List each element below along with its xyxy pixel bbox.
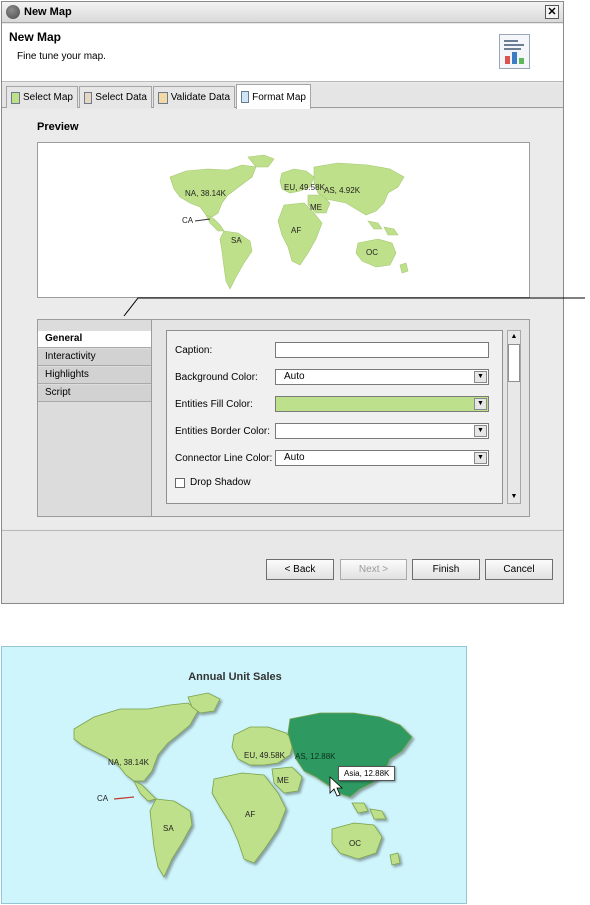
cancel-button[interactable]: Cancel bbox=[485, 559, 553, 580]
background-color-label: Background Color: bbox=[175, 372, 258, 383]
chevron-down-icon[interactable]: ▼ bbox=[474, 425, 487, 437]
entities-border-color-label: Entities Border Color: bbox=[175, 426, 271, 437]
close-button[interactable]: ✕ bbox=[545, 5, 559, 19]
new-map-wizard: New Map ✕ New Map Fine tune your map. Se… bbox=[1, 1, 564, 604]
nav-interactivity[interactable]: Interactivity bbox=[38, 349, 151, 366]
entities-fill-color-label: Entities Fill Color: bbox=[175, 399, 253, 410]
scroll-down-icon[interactable]: ▼ bbox=[509, 492, 519, 502]
ca-connector-line bbox=[194, 218, 211, 222]
footer-divider bbox=[2, 530, 563, 531]
background-color-select[interactable]: Auto ▼ bbox=[275, 369, 489, 385]
back-button[interactable]: < Back bbox=[266, 559, 334, 580]
header-title: New Map bbox=[9, 30, 62, 44]
properties-panel: General Interactivity Highlights Script … bbox=[37, 319, 530, 517]
hover-tooltip: Asia, 12.88K bbox=[338, 766, 396, 781]
properties-nav: General Interactivity Highlights Script bbox=[38, 320, 152, 516]
tab-label: Select Data bbox=[95, 92, 147, 103]
drop-shadow-checkbox[interactable] bbox=[175, 477, 185, 488]
caption-field[interactable] bbox=[275, 342, 489, 358]
data-select-icon bbox=[84, 91, 93, 104]
tab-label: Validate Data bbox=[170, 92, 230, 103]
drop-shadow-row: Drop Shadow bbox=[175, 477, 251, 488]
nav-script[interactable]: Script bbox=[38, 385, 151, 402]
format-map-icon bbox=[241, 91, 250, 103]
wizard-tabs: Select Map Select Data Validate Data For… bbox=[2, 84, 563, 109]
annual-unit-sales-map: Annual Unit Sales NA, 38.14K EU, 49.58K … bbox=[1, 646, 467, 904]
final-label-sa: SA bbox=[163, 824, 174, 833]
entities-border-color-select[interactable]: ▼ bbox=[275, 423, 489, 439]
properties-scrollbar[interactable]: ▲ ▼ bbox=[507, 330, 521, 504]
scroll-up-icon[interactable]: ▲ bbox=[509, 332, 519, 342]
connector-line-color-select[interactable]: Auto ▼ bbox=[275, 450, 489, 466]
final-label-oc: OC bbox=[349, 839, 361, 848]
app-icon bbox=[6, 5, 20, 19]
general-properties: Caption: Background Color: Auto ▼ Entiti… bbox=[166, 330, 503, 504]
chevron-down-icon[interactable]: ▼ bbox=[474, 398, 487, 410]
format-map-panel: Preview NA, 38.14K EU, 49.58K AS, 4.92K … bbox=[2, 109, 563, 529]
entities-fill-color-select[interactable]: ▼ bbox=[275, 396, 489, 412]
tab-validate-data[interactable]: Validate Data bbox=[153, 86, 235, 108]
validate-icon bbox=[158, 91, 168, 104]
chevron-down-icon[interactable]: ▼ bbox=[474, 371, 487, 383]
final-label-na: NA, 38.14K bbox=[108, 758, 149, 767]
final-label-eu: EU, 49.58K bbox=[244, 751, 285, 760]
nav-highlights[interactable]: Highlights bbox=[38, 367, 151, 384]
next-button[interactable]: Next > bbox=[340, 559, 407, 580]
scroll-thumb[interactable] bbox=[508, 344, 520, 382]
report-chart-icon bbox=[499, 34, 530, 69]
nav-general[interactable]: General bbox=[38, 331, 151, 348]
final-label-me: ME bbox=[277, 776, 289, 785]
tab-select-data[interactable]: Select Data bbox=[79, 86, 152, 108]
caption-label: Caption: bbox=[175, 345, 213, 356]
connector-line-color-value: Auto bbox=[284, 452, 305, 463]
tab-label: Select Map bbox=[22, 92, 73, 103]
tab-format-map[interactable]: Format Map bbox=[236, 84, 311, 109]
header-subtitle: Fine tune your map. bbox=[17, 51, 106, 62]
tab-select-map[interactable]: Select Map bbox=[6, 86, 78, 108]
window-title: New Map bbox=[24, 6, 72, 18]
chevron-down-icon[interactable]: ▼ bbox=[474, 452, 487, 464]
map-select-icon bbox=[11, 91, 20, 104]
tab-label: Format Map bbox=[252, 91, 306, 103]
final-world-map bbox=[73, 692, 413, 878]
finish-button[interactable]: Finish bbox=[412, 559, 480, 580]
title-bar: New Map ✕ bbox=[2, 2, 563, 23]
final-label-af: AF bbox=[245, 810, 256, 819]
drop-shadow-label: Drop Shadow bbox=[190, 477, 251, 488]
final-label-as: AS, 12.88K bbox=[295, 752, 336, 761]
background-color-value: Auto bbox=[284, 371, 305, 382]
preview-heading: Preview bbox=[37, 121, 79, 133]
wizard-header: New Map Fine tune your map. bbox=[2, 24, 563, 82]
connector-line-color-label: Connector Line Color: bbox=[175, 453, 273, 464]
map-preview: NA, 38.14K EU, 49.58K AS, 4.92K ME CA AF… bbox=[37, 142, 530, 298]
final-label-ca: CA bbox=[97, 794, 109, 803]
